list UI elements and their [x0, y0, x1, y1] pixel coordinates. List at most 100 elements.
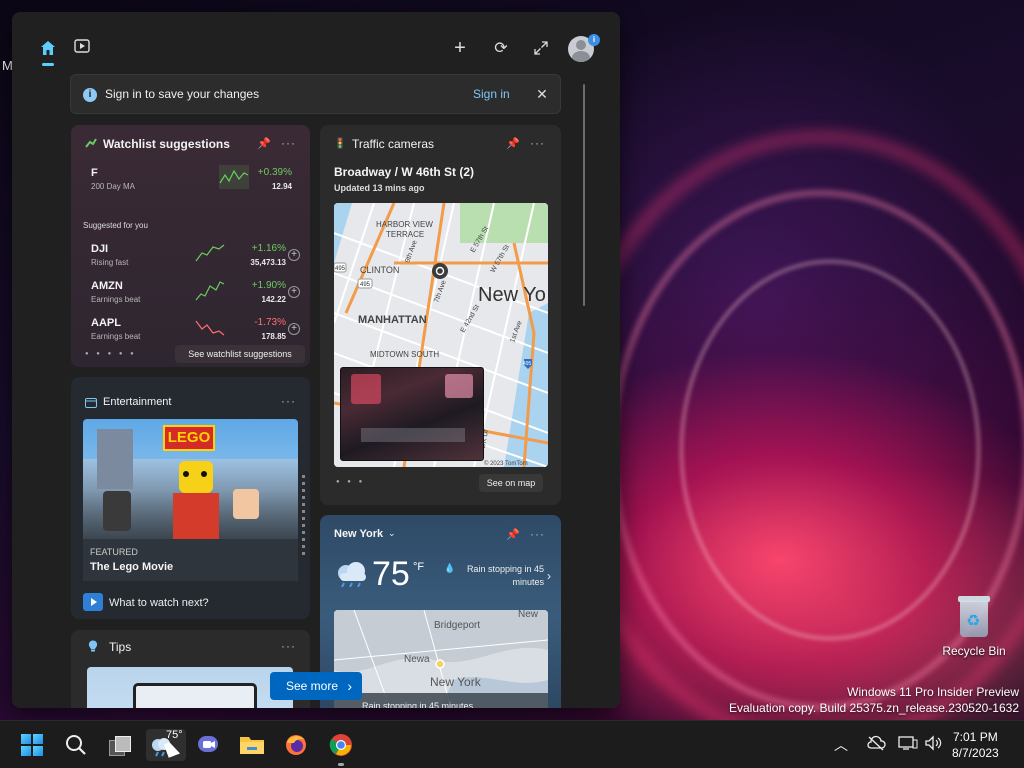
stock-row[interactable]: DJI Rising fast +1.16% 35,473.13 + [71, 239, 310, 273]
see-on-map-button[interactable]: See on map [479, 474, 543, 492]
add-to-watchlist-button[interactable]: + [288, 249, 300, 261]
add-to-watchlist-button[interactable]: + [288, 323, 300, 335]
sparkline-chart [195, 320, 225, 336]
info-icon: i [83, 88, 97, 102]
film-icon [85, 398, 97, 408]
expand-button[interactable] [525, 32, 557, 64]
stock-change: +1.16% [251, 243, 286, 254]
watchlist-card[interactable]: Watchlist suggestions 📌 ··· F 200 Day MA… [71, 125, 310, 367]
clock-time: 7:01 PM [953, 730, 998, 744]
carousel-dots[interactable]: ● ● ● [336, 479, 365, 485]
stock-row-top[interactable]: F 200 Day MA +0.39% 12.94 [71, 163, 310, 197]
refresh-icon: ⟳ [494, 40, 508, 57]
stock-change: +1.90% [251, 280, 286, 291]
panel-scrollbar[interactable] [583, 84, 585, 306]
sparkline-chart [195, 281, 225, 301]
add-widget-button[interactable]: + [444, 32, 476, 64]
task-view-button[interactable] [104, 729, 136, 761]
weather-city[interactable]: New York [334, 528, 383, 540]
windows-logo-icon [21, 734, 43, 756]
traffic-location: Broadway / W 46th St (2) [334, 165, 475, 179]
featured-caption[interactable]: FEATURED The Lego Movie [83, 539, 298, 581]
tips-title: Tips [109, 640, 132, 654]
stock-value: 142.22 [261, 295, 286, 304]
stock-row[interactable]: AAPL Earnings beat -1.73% 178.85 + [71, 313, 310, 347]
firefox-button[interactable] [280, 729, 312, 761]
pin-icon[interactable]: 📌 [506, 528, 520, 541]
close-icon: ✕ [536, 86, 548, 102]
pin-icon[interactable]: 📌 [506, 137, 520, 150]
video-icon [74, 39, 90, 53]
show-hidden-icons-button[interactable]: ︿ [834, 735, 848, 755]
home-icon [41, 41, 55, 55]
radar-caption: Rain stopping in 45 minutes [334, 693, 548, 708]
svg-text:© 2023 TomTom: © 2023 TomTom [484, 460, 528, 467]
recycle-bin-shortcut[interactable]: ♻ Recycle Bin [942, 596, 1006, 658]
traffic-light-icon [337, 137, 343, 149]
sparkline-chart [219, 165, 249, 189]
chevron-right-icon[interactable]: › [547, 569, 551, 583]
add-to-watchlist-button[interactable]: + [288, 286, 300, 298]
chrome-button[interactable] [325, 729, 357, 766]
svg-text:New Yo: New Yo [478, 284, 546, 306]
rain-forecast: Rain stopping in 45 minutes [466, 564, 544, 587]
recycle-bin-icon: ♻ [956, 596, 992, 638]
video-tab[interactable] [66, 30, 98, 62]
signin-link[interactable]: Sign in [473, 87, 510, 101]
search-button[interactable] [60, 729, 92, 761]
more-options-icon[interactable]: ··· [530, 527, 545, 541]
more-options-icon[interactable]: ··· [281, 639, 296, 653]
recycle-bin-label: Recycle Bin [942, 644, 1006, 658]
widgets-board: + ⟳ i i Sign in to save your changes Sig… [12, 12, 620, 708]
home-tab[interactable] [32, 32, 64, 66]
lightbulb-icon [88, 640, 98, 652]
svg-text:Bridgeport: Bridgeport [434, 620, 480, 631]
traffic-camera-snapshot[interactable] [340, 367, 484, 461]
traffic-cameras-card[interactable]: Traffic cameras 📌 ··· Broadway / W 46th … [320, 125, 561, 505]
refresh-button[interactable]: ⟳ [485, 32, 517, 64]
stock-subtitle: Rising fast [91, 258, 129, 267]
more-options-icon[interactable]: ··· [281, 136, 296, 150]
tips-illustration[interactable] [87, 667, 293, 708]
teams-chat-icon [198, 736, 218, 752]
svg-text:495: 495 [360, 282, 371, 288]
weather-temperature: 75 [372, 555, 410, 593]
weather-radar-map[interactable]: Bridgeport New Newa New York Rain stoppi… [334, 610, 548, 708]
see-more-button[interactable]: See more [270, 672, 362, 700]
stock-value: 35,473.13 [250, 258, 286, 267]
stock-row[interactable]: AMZN Earnings beat +1.90% 142.22 + [71, 276, 310, 310]
what-to-watch-link[interactable]: What to watch next? [109, 597, 209, 609]
chat-button[interactable] [192, 729, 224, 761]
pin-icon[interactable]: 📌 [257, 137, 271, 150]
chevron-down-icon[interactable]: ⌄ [388, 528, 396, 539]
see-watchlist-button[interactable]: See watchlist suggestions [175, 345, 305, 363]
movies-tv-icon [83, 593, 103, 611]
sparkline-chart [195, 244, 225, 262]
lego-movie-poster[interactable]: LEGO [83, 419, 298, 539]
svg-text:495: 495 [335, 266, 346, 272]
volume-icon[interactable] [924, 735, 944, 754]
entertainment-title: Entertainment [103, 396, 172, 408]
start-button[interactable] [16, 729, 48, 761]
stock-symbol: DJI [91, 243, 109, 255]
stock-subtitle: Earnings beat [91, 295, 141, 304]
close-banner-button[interactable]: ✕ [531, 83, 553, 105]
signin-message: Sign in to save your changes [105, 87, 260, 101]
carousel-dots[interactable]: ● ● ● ● ● [85, 351, 137, 357]
watermark-line-2: Evaluation copy. Build 25375.zn_release.… [729, 701, 1019, 715]
more-options-icon[interactable]: ··· [530, 136, 545, 150]
carousel-indicator[interactable] [302, 475, 305, 555]
stock-subtitle: Earnings beat [91, 332, 141, 341]
rain-cloud-icon [338, 562, 366, 587]
network-icon[interactable] [898, 735, 918, 754]
system-clock[interactable]: 7:01 PM 8/7/2023 [952, 729, 999, 761]
windows-watermark: Windows 11 Pro Insider Preview Evaluatio… [729, 684, 1019, 716]
traffic-map[interactable]: HARBOR VIEW TERRACE CLINTON MANHATTAN Ne… [334, 203, 548, 467]
more-options-icon[interactable]: ··· [281, 394, 296, 408]
stock-subtitle: 200 Day MA [91, 182, 136, 191]
entertainment-card[interactable]: Entertainment ··· LEGO FEATURED The Lego… [71, 377, 310, 619]
svg-text:TERRACE: TERRACE [386, 230, 424, 239]
onedrive-offline-icon[interactable] [866, 735, 886, 754]
file-explorer-button[interactable] [236, 729, 268, 761]
firefox-icon [286, 735, 306, 755]
